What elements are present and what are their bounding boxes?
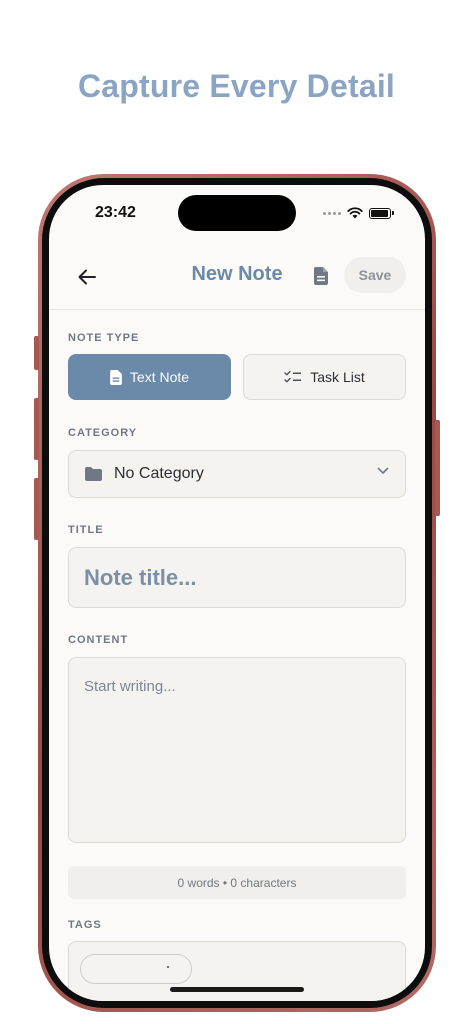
save-button[interactable]: Save	[344, 257, 406, 293]
tags-field[interactable]	[68, 941, 406, 1001]
app-header: New Note Save	[49, 249, 425, 310]
document-button[interactable]	[309, 264, 333, 288]
text-note-option[interactable]: Text Note	[68, 354, 231, 400]
tags-label: TAGS	[68, 919, 102, 931]
tag-chip[interactable]	[80, 954, 192, 984]
checklist-icon	[284, 370, 302, 383]
wifi-icon	[347, 207, 363, 219]
category-label: CATEGORY	[68, 427, 138, 439]
battery-icon	[369, 207, 394, 219]
content-placeholder: Start writing...	[84, 678, 176, 695]
home-indicator	[170, 987, 304, 992]
category-value: No Category	[114, 465, 204, 482]
note-type-label: NOTE TYPE	[68, 332, 140, 344]
promo-headline: Capture Every Detail	[77, 68, 395, 104]
content-label: CONTENT	[68, 634, 129, 646]
text-note-label: Text Note	[129, 369, 190, 385]
content-textarea[interactable]: Start writing...	[68, 657, 406, 843]
document-icon	[110, 369, 122, 385]
signal-icon	[323, 211, 341, 215]
task-list-label: Task List	[310, 369, 365, 385]
volume-up-button	[34, 398, 39, 460]
category-select[interactable]: No Category	[68, 450, 406, 498]
title-placeholder: Note title...	[84, 564, 197, 590]
status-icons	[323, 207, 394, 219]
title-input[interactable]: Note title...	[68, 547, 406, 608]
chevron-down-icon	[377, 467, 389, 475]
word-count: 0 words • 0 characters	[68, 866, 406, 899]
power-button	[435, 420, 440, 516]
document-icon	[314, 267, 328, 285]
action-button	[34, 336, 39, 370]
title-label: TITLE	[68, 524, 104, 536]
task-list-option[interactable]: Task List	[243, 354, 406, 400]
status-time: 23:42	[95, 204, 136, 221]
folder-icon	[85, 467, 102, 481]
dynamic-island	[178, 195, 296, 231]
volume-down-button	[34, 478, 39, 540]
phone-screen: 23:42 New Note Save NOTE TYPE Text Note …	[49, 185, 425, 1001]
